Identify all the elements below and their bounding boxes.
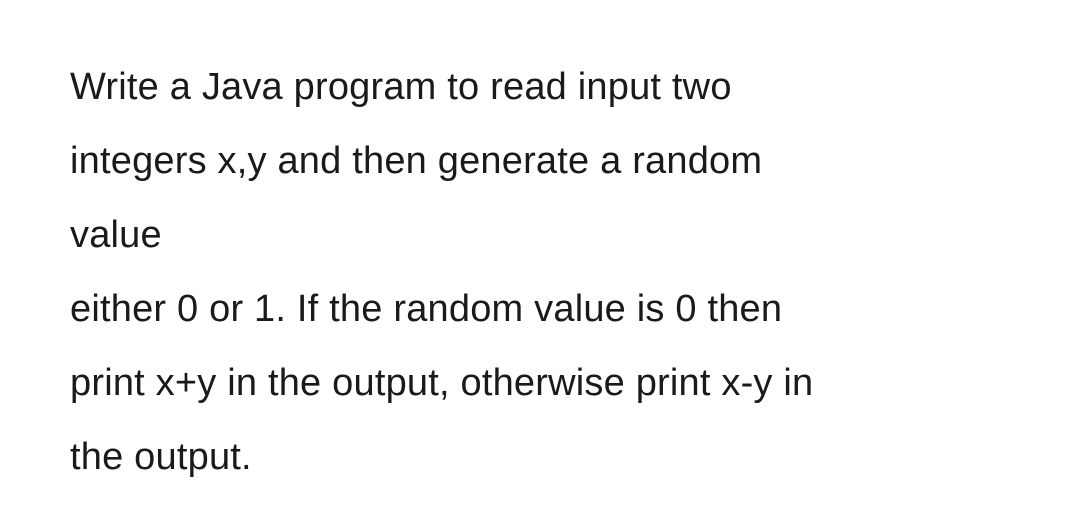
text-line-2: integers x,y and then generate a random bbox=[70, 124, 1010, 198]
text-line-1: Write a Java program to read input two bbox=[70, 50, 1010, 124]
text-line-5: print x+y in the output, otherwise print… bbox=[70, 346, 1010, 420]
text-line-3: value bbox=[70, 198, 1010, 272]
problem-statement: Write a Java program to read input two i… bbox=[70, 50, 1010, 495]
text-line-6: the output. bbox=[70, 420, 1010, 494]
text-line-4: either 0 or 1. If the random value is 0 … bbox=[70, 272, 1010, 346]
